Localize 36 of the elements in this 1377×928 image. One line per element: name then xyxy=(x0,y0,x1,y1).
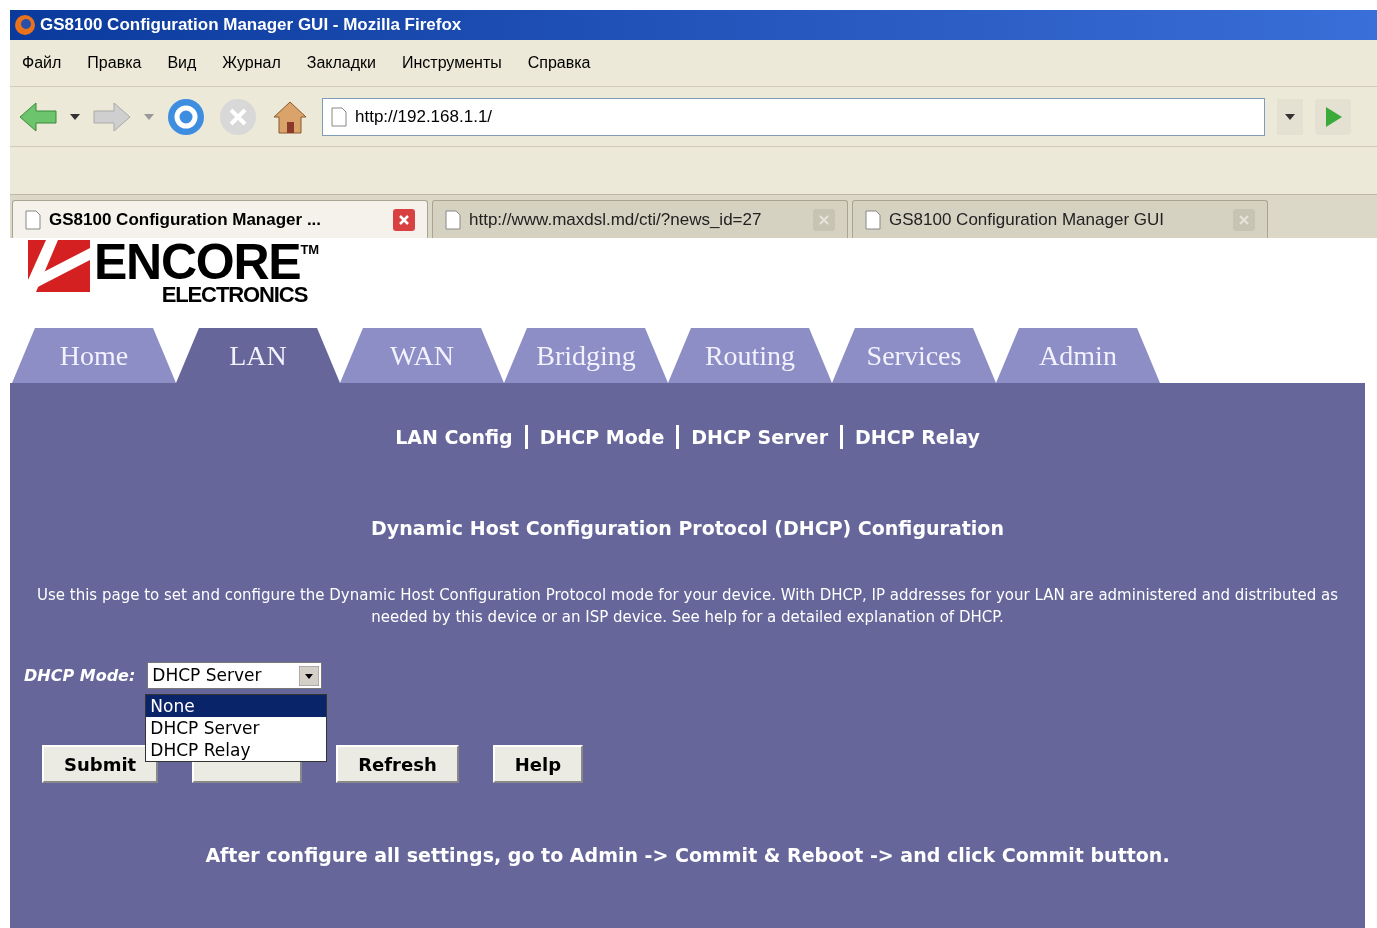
page-icon xyxy=(25,209,41,230)
menu-item[interactable]: Правка xyxy=(87,51,142,75)
dropdown-option[interactable]: DHCP Server xyxy=(146,717,327,739)
menu-item[interactable]: Журнал xyxy=(222,51,281,75)
menu-item[interactable]: Справка xyxy=(527,51,591,75)
menu-item[interactable]: Закладки xyxy=(306,51,376,75)
page-icon xyxy=(865,209,881,230)
form-button[interactable]: Help xyxy=(492,745,584,783)
window-title: GS8100 Configuration Manager GUI - Mozilla Firefox xyxy=(40,14,462,37)
caret-icon[interactable] xyxy=(70,113,80,120)
back-arrow-icon[interactable] xyxy=(18,100,58,133)
firefox-icon xyxy=(14,14,36,36)
description-text: Use this page to set and configure the Dynamic Host Configuration Protocol mode for your device. With DHCP, IP addresses for your LAN are administered and distributed as needed by this device or an ISP device. See help for a detailed explanation of DHCP. xyxy=(36,585,1339,628)
page-heading: Dynamic Host Configuration Protocol (DHCP) Configuration xyxy=(371,515,1004,541)
sub-nav-link[interactable]: LAN Config xyxy=(395,423,513,452)
browser-tab[interactable]: http://www.maxdsl.md/cti/?news_id=27 xyxy=(432,200,848,238)
address-field[interactable]: http://192.168.1.1/ xyxy=(322,97,1265,136)
menu-item[interactable]: Вид xyxy=(167,51,197,75)
footer-note: After configure all settings, go to Admin -> Commit & Reboot -> and click Commit button. xyxy=(205,843,1170,868)
browser-tab[interactable]: GS8100 Configuration Manager GUI xyxy=(852,200,1268,238)
logo-mark-icon xyxy=(28,240,90,292)
sub-nav-link[interactable]: DHCP Server xyxy=(691,423,829,452)
field-label: DHCP Mode: xyxy=(24,664,136,687)
sub-nav-link[interactable]: DHCP Mode xyxy=(539,423,665,452)
dropdown-arrow-icon[interactable] xyxy=(299,665,320,686)
menu-item[interactable]: Файл xyxy=(22,51,62,75)
page-icon xyxy=(331,106,347,127)
browser-tab[interactable]: GS8100 Configuration Manager ... xyxy=(12,200,428,238)
menu-item[interactable]: Инструменты xyxy=(402,51,502,75)
page-icon xyxy=(445,209,461,230)
sub-nav-link[interactable]: DHCP Relay xyxy=(855,423,980,452)
form-button[interactable]: Refresh xyxy=(336,745,459,783)
dropdown-option[interactable]: None xyxy=(146,695,327,717)
close-icon[interactable] xyxy=(393,208,415,231)
nav-tab[interactable]: LAN xyxy=(176,328,340,383)
reload-icon[interactable] xyxy=(166,96,206,137)
